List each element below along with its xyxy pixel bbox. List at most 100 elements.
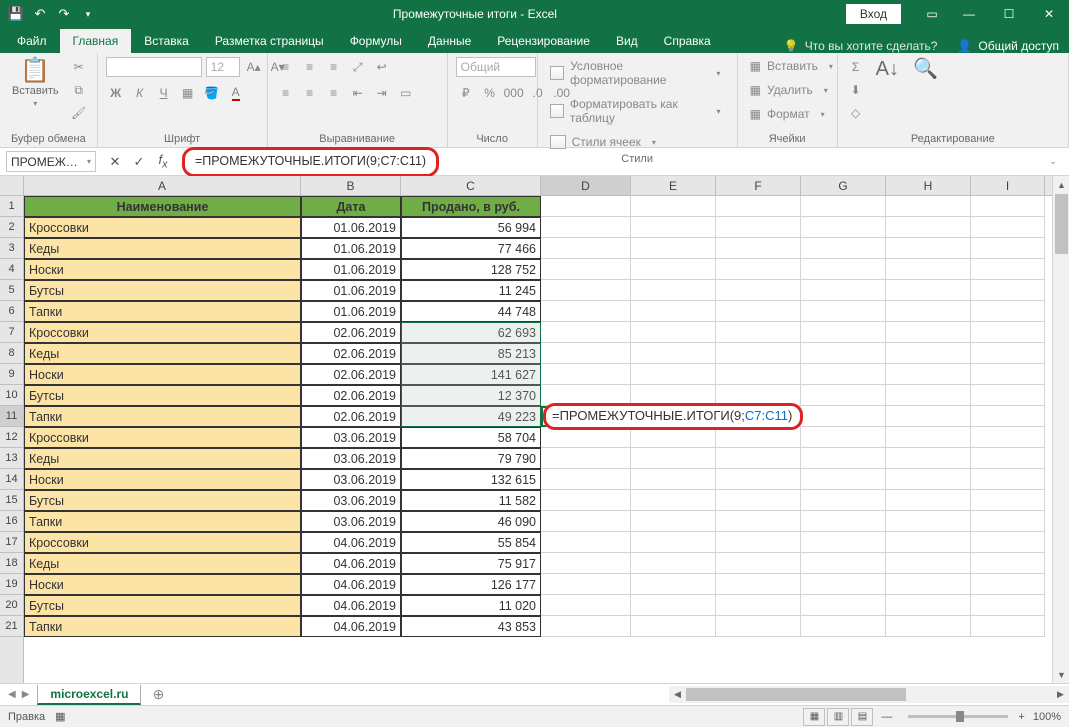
cell[interactable]: [631, 280, 716, 301]
close-icon[interactable]: ✕: [1029, 0, 1069, 28]
row-header[interactable]: 20: [0, 595, 23, 616]
cell[interactable]: 11 245: [401, 280, 541, 301]
cell[interactable]: [886, 448, 971, 469]
row-header[interactable]: 5: [0, 280, 23, 301]
cell[interactable]: 03.06.2019: [301, 448, 401, 469]
tab-view[interactable]: Вид: [603, 29, 651, 53]
cell[interactable]: [971, 406, 1045, 427]
zoom-in-icon[interactable]: +: [1018, 711, 1024, 723]
scroll-thumb[interactable]: [1055, 194, 1068, 254]
cell[interactable]: Наименование: [24, 196, 301, 217]
decrease-indent-icon[interactable]: ⇤: [348, 83, 368, 103]
cell[interactable]: Тапки: [24, 616, 301, 637]
cell[interactable]: [971, 553, 1045, 574]
cell[interactable]: 03.06.2019: [301, 469, 401, 490]
cell[interactable]: [631, 427, 716, 448]
cell[interactable]: [541, 469, 631, 490]
cell[interactable]: [886, 364, 971, 385]
column-header[interactable]: B: [301, 176, 401, 195]
bold-icon[interactable]: Ж: [106, 83, 126, 103]
cell[interactable]: [631, 532, 716, 553]
cell[interactable]: [541, 259, 631, 280]
format-cells-button[interactable]: ▦Формат▾: [746, 105, 834, 123]
paste-button[interactable]: 📋 Вставить ▾: [8, 57, 63, 110]
cell[interactable]: [971, 343, 1045, 364]
cell[interactable]: [631, 595, 716, 616]
number-format-combo[interactable]: Общий: [456, 57, 536, 77]
cell[interactable]: 02.06.2019: [301, 364, 401, 385]
cell[interactable]: [541, 448, 631, 469]
underline-icon[interactable]: Ч: [154, 83, 174, 103]
cell[interactable]: [716, 427, 801, 448]
scroll-down-icon[interactable]: ▼: [1053, 666, 1069, 683]
cell[interactable]: 01.06.2019: [301, 301, 401, 322]
column-header[interactable]: G: [801, 176, 886, 195]
insert-cells-button[interactable]: ▦Вставить▾: [746, 57, 842, 75]
find-select-button[interactable]: 🔍: [909, 57, 942, 81]
cell[interactable]: [716, 259, 801, 280]
login-button[interactable]: Вход: [846, 4, 901, 24]
cell[interactable]: [541, 238, 631, 259]
align-middle-icon[interactable]: ≡: [300, 57, 320, 77]
cell[interactable]: 62 693: [401, 322, 541, 343]
cell[interactable]: Кеды: [24, 343, 301, 364]
column-header[interactable]: A: [24, 176, 301, 195]
tab-page-layout[interactable]: Разметка страницы: [202, 29, 337, 53]
accept-formula-icon[interactable]: ✓: [130, 153, 148, 171]
cell[interactable]: [971, 490, 1045, 511]
row-header[interactable]: 16: [0, 511, 23, 532]
cell[interactable]: Бутсы: [24, 280, 301, 301]
conditional-formatting-button[interactable]: Условное форматирование▾: [546, 57, 729, 89]
column-header[interactable]: F: [716, 176, 801, 195]
cell[interactable]: [886, 616, 971, 637]
cell[interactable]: [631, 574, 716, 595]
cell[interactable]: [631, 511, 716, 532]
cell[interactable]: [971, 469, 1045, 490]
cell[interactable]: Носки: [24, 469, 301, 490]
scroll-right-icon[interactable]: ▶: [1052, 689, 1069, 700]
cell[interactable]: [971, 532, 1045, 553]
align-bottom-icon[interactable]: ≡: [324, 57, 344, 77]
cell-styles-button[interactable]: Стили ячеек▾: [546, 133, 665, 151]
cell[interactable]: [716, 196, 801, 217]
cell[interactable]: [801, 406, 886, 427]
column-header[interactable]: D: [541, 176, 631, 195]
cell[interactable]: [716, 364, 801, 385]
cell[interactable]: 43 853: [401, 616, 541, 637]
cell[interactable]: Носки: [24, 259, 301, 280]
tab-review[interactable]: Рецензирование: [484, 29, 603, 53]
horizontal-scrollbar[interactable]: ◀ ▶: [669, 686, 1069, 703]
cell[interactable]: 128 752: [401, 259, 541, 280]
cell[interactable]: Тапки: [24, 406, 301, 427]
cell[interactable]: [801, 196, 886, 217]
cell[interactable]: [716, 490, 801, 511]
cell[interactable]: [541, 595, 631, 616]
cell[interactable]: [541, 343, 631, 364]
page-break-view-icon[interactable]: ▤: [851, 708, 873, 726]
cell[interactable]: 02.06.2019: [301, 385, 401, 406]
cell[interactable]: [631, 196, 716, 217]
border-icon[interactable]: ▦: [178, 83, 198, 103]
cell[interactable]: [716, 511, 801, 532]
cell[interactable]: 03.06.2019: [301, 490, 401, 511]
cell[interactable]: [716, 322, 801, 343]
expand-formula-bar-icon[interactable]: ⌄: [1043, 156, 1063, 167]
italic-icon[interactable]: К: [130, 83, 150, 103]
cell[interactable]: Бутсы: [24, 385, 301, 406]
tab-help[interactable]: Справка: [651, 29, 724, 53]
zoom-slider[interactable]: [908, 715, 1008, 718]
comma-icon[interactable]: 000: [504, 83, 524, 103]
row-header[interactable]: 9: [0, 364, 23, 385]
cell[interactable]: Тапки: [24, 511, 301, 532]
cell[interactable]: [886, 238, 971, 259]
cell[interactable]: 04.06.2019: [301, 595, 401, 616]
cell[interactable]: Тапки: [24, 301, 301, 322]
maximize-icon[interactable]: ☐: [989, 0, 1029, 28]
cell[interactable]: Носки: [24, 574, 301, 595]
cell[interactable]: 141 627: [401, 364, 541, 385]
row-header[interactable]: 10: [0, 385, 23, 406]
cell[interactable]: Носки: [24, 364, 301, 385]
orientation-icon[interactable]: ⤢: [348, 57, 368, 77]
cell[interactable]: 58 704: [401, 427, 541, 448]
cell[interactable]: [801, 511, 886, 532]
